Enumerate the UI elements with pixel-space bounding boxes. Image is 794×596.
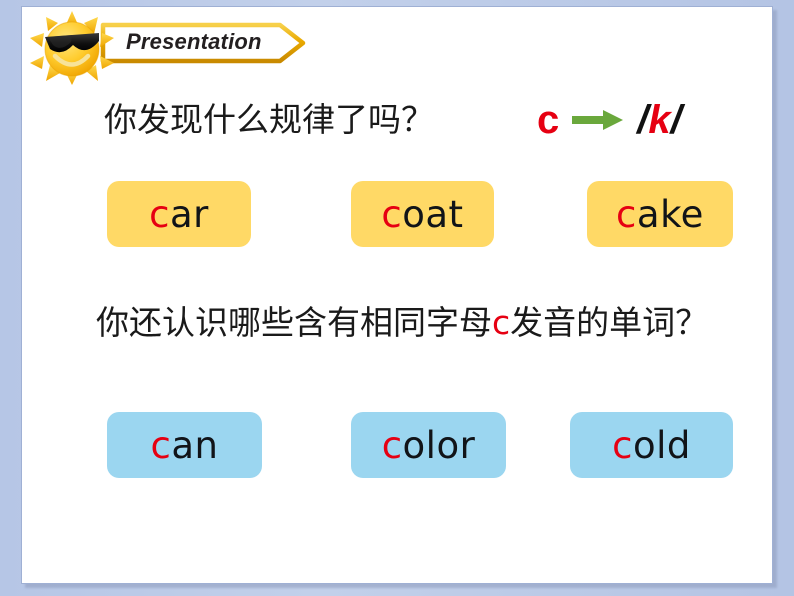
phoneme-symbol: k xyxy=(648,98,671,142)
word-rest: an xyxy=(171,423,219,467)
word-lead-letter: c xyxy=(612,423,633,467)
word-lead-letter: c xyxy=(616,192,637,236)
phonics-rule-group: c /k/ xyxy=(537,97,682,143)
word-text: car xyxy=(149,196,209,233)
rule-letter: c xyxy=(537,98,560,142)
word-text: can xyxy=(151,427,219,464)
word-text: color xyxy=(382,427,476,464)
question-line-2: 你还认识哪些含有相同字母c发音的单词？ xyxy=(96,300,756,345)
word-card-car[interactable]: car xyxy=(107,181,251,247)
word-text: cake xyxy=(616,196,704,233)
word-card-can[interactable]: can xyxy=(107,412,262,478)
word-text: coat xyxy=(381,196,463,233)
word-rest: olor xyxy=(402,423,476,467)
word-row-new: can color cold xyxy=(85,412,772,478)
word-text: cold xyxy=(612,427,691,464)
question-line-1: 你发现什么规律了吗？ xyxy=(104,100,434,139)
rule-phoneme: /k/ xyxy=(637,100,682,140)
phoneme-open-slash: / xyxy=(637,98,649,142)
phoneme-close-slash: / xyxy=(670,98,682,142)
word-rest: ake xyxy=(636,192,704,236)
word-card-cold[interactable]: cold xyxy=(570,412,733,478)
word-lead-letter: c xyxy=(381,192,403,236)
word-lead-letter: c xyxy=(149,192,170,236)
slide-canvas: Presentation 你发现什么规律了吗？ c /k/ car coat c… xyxy=(22,7,772,583)
slide-frame: Presentation 你发现什么规律了吗？ c /k/ car coat c… xyxy=(0,0,794,596)
question-2-before: 你还认识哪些含有相同字母 xyxy=(96,303,492,342)
word-card-coat[interactable]: coat xyxy=(351,181,494,247)
arrow-right-icon xyxy=(572,110,624,130)
presentation-banner[interactable]: Presentation xyxy=(100,18,306,68)
word-rest: oat xyxy=(402,192,464,236)
word-row-known: car coat cake xyxy=(85,181,772,247)
word-card-color[interactable]: color xyxy=(351,412,506,478)
word-lead-letter: c xyxy=(381,423,403,467)
banner-label: Presentation xyxy=(126,29,262,54)
question-2-after: 发音的单词？ xyxy=(510,303,709,342)
sun-with-sunglasses-icon xyxy=(30,11,114,85)
word-lead-letter: c xyxy=(150,423,172,467)
word-rest: old xyxy=(632,423,691,467)
word-rest: ar xyxy=(169,192,209,236)
word-card-cake[interactable]: cake xyxy=(587,181,733,247)
question-2-highlight: c xyxy=(492,303,511,342)
